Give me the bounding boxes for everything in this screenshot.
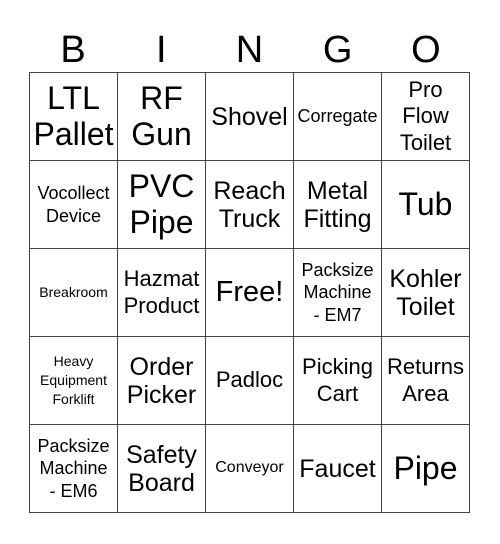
bingo-card: LTL Pallet RF Gun Shovel Corregate Pro F… bbox=[29, 72, 470, 513]
bingo-cell[interactable]: Packsize Machine - EM6 bbox=[30, 425, 118, 513]
bingo-cell[interactable]: Tub bbox=[382, 161, 470, 249]
bingo-cell[interactable]: LTL Pallet bbox=[30, 73, 118, 161]
header-letter-o: O bbox=[411, 29, 441, 71]
free-space-cell[interactable]: Free! bbox=[206, 249, 294, 337]
bingo-cell[interactable]: Faucet bbox=[294, 425, 382, 513]
bingo-cell[interactable]: Returns Area bbox=[382, 337, 470, 425]
bingo-cell[interactable]: Hazmat Product bbox=[118, 249, 206, 337]
bingo-header: B I N G O bbox=[29, 28, 470, 72]
bingo-cell[interactable]: Heavy Equipment Forklift bbox=[30, 337, 118, 425]
bingo-cell[interactable]: Packsize Machine - EM7 bbox=[294, 249, 382, 337]
bingo-cell[interactable]: Metal Fitting bbox=[294, 161, 382, 249]
header-letter-b: B bbox=[60, 29, 86, 71]
bingo-cell[interactable]: Reach Truck bbox=[206, 161, 294, 249]
bingo-cell[interactable]: Shovel bbox=[206, 73, 294, 161]
bingo-cell[interactable]: Safety Board bbox=[118, 425, 206, 513]
bingo-cell[interactable]: RF Gun bbox=[118, 73, 206, 161]
bingo-cell[interactable]: Corregate bbox=[294, 73, 382, 161]
bingo-cell[interactable]: PVC Pipe bbox=[118, 161, 206, 249]
header-letter-g: G bbox=[322, 29, 353, 71]
bingo-cell[interactable]: Breakroom bbox=[30, 249, 118, 337]
bingo-cell[interactable]: Picking Cart bbox=[294, 337, 382, 425]
bingo-cell[interactable]: Conveyor bbox=[206, 425, 294, 513]
header-letter-n: N bbox=[235, 29, 264, 71]
bingo-cell[interactable]: Padloc bbox=[206, 337, 294, 425]
bingo-cell[interactable]: Pipe bbox=[382, 425, 470, 513]
bingo-cell[interactable]: Order Picker bbox=[118, 337, 206, 425]
bingo-cell[interactable]: Kohler Toilet bbox=[382, 249, 470, 337]
header-letter-i: I bbox=[156, 29, 167, 71]
bingo-cell[interactable]: Pro Flow Toilet bbox=[382, 73, 470, 161]
bingo-cell[interactable]: Vocollect Device bbox=[30, 161, 118, 249]
